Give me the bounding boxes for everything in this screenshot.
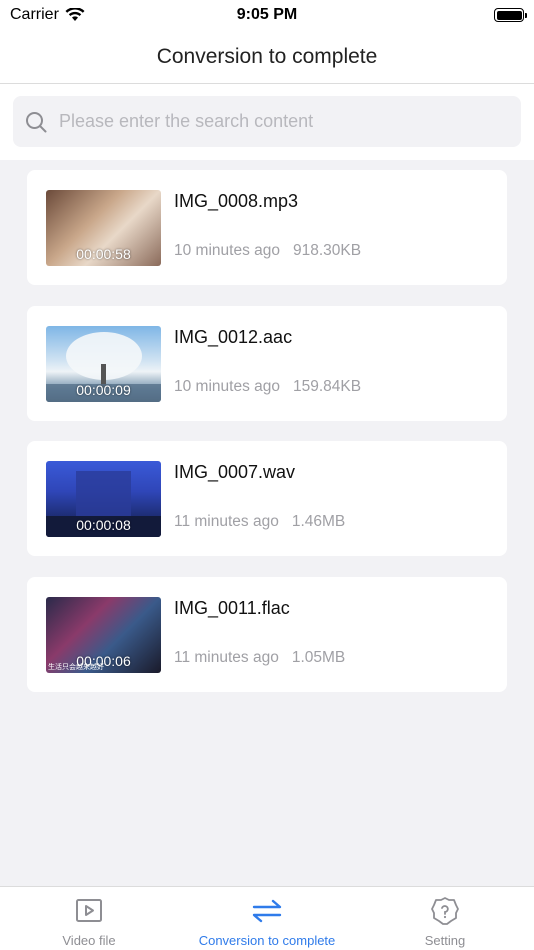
tab-label: Conversion to complete — [198, 933, 336, 948]
time-ago: 11 minutes ago — [174, 648, 279, 666]
status-bar: Carrier 9:05 PM — [0, 0, 534, 30]
video-file-icon — [76, 899, 102, 922]
file-size: 159.84KB — [293, 377, 362, 395]
file-name: IMG_0008.mp3 — [174, 191, 299, 211]
battery-icon — [494, 8, 527, 22]
file-info: IMG_0012.aac 10 minutes ago 159.84KB — [174, 326, 361, 396]
search-input[interactable] — [59, 111, 509, 132]
tab-video-file[interactable]: Video file — [0, 887, 178, 950]
file-meta: 11 minutes ago 1.46MB — [174, 513, 345, 531]
file-info: IMG_0007.wav 11 minutes ago 1.46MB — [174, 461, 345, 531]
tab-label: Video file — [62, 933, 116, 948]
video-thumbnail: 00:00:06 生活只会越来越好 — [46, 596, 161, 673]
gear-icon — [431, 897, 459, 925]
search-area — [0, 84, 534, 160]
video-thumbnail: 00:00:09 — [46, 325, 161, 402]
app-screen: Carrier 9:05 PM Conversion to complete 0… — [0, 0, 534, 950]
list-item[interactable]: 00:00:08 IMG_0007.wav 11 minutes ago 1.4… — [27, 441, 507, 556]
file-name: IMG_0007.wav — [174, 462, 296, 482]
status-left: Carrier — [10, 6, 85, 24]
tab-label: Setting — [424, 933, 466, 948]
time-ago: 10 minutes ago — [174, 242, 280, 259]
tab-conversion-to-complete[interactable]: Conversion to complete — [178, 887, 356, 950]
page-title: Conversion to complete — [156, 44, 378, 68]
file-size: 1.05MB — [291, 648, 346, 666]
list-item[interactable]: 00:00:09 IMG_0012.aac 10 minutes ago 159… — [27, 305, 507, 421]
file-size: 1.46MB — [291, 513, 346, 530]
carrier-label: Carrier — [10, 6, 59, 23]
list-item[interactable]: 00:00:58 IMG_0008.mp3 10 minutes ago 918… — [27, 170, 507, 285]
video-thumbnail: 00:00:58 — [46, 190, 161, 266]
search-icon — [26, 111, 47, 132]
search-box[interactable] — [13, 96, 521, 147]
convert-arrows-icon — [252, 899, 282, 923]
video-thumbnail: 00:00:08 — [46, 461, 161, 537]
duration-label: 00:00:08 — [76, 517, 131, 533]
file-name: IMG_0012.aac — [174, 326, 293, 347]
file-name: IMG_0011.flac — [174, 597, 290, 618]
file-list: 00:00:58 IMG_0008.mp3 10 minutes ago 918… — [27, 170, 507, 712]
file-info: IMG_0011.flac 11 minutes ago 1.05MB — [174, 597, 345, 667]
file-meta: 10 minutes ago 918.30KB — [174, 242, 361, 260]
file-meta: 10 minutes ago 159.84KB — [174, 378, 361, 396]
time-ago: 11 minutes ago — [174, 513, 279, 530]
file-meta: 11 minutes ago 1.05MB — [174, 649, 345, 667]
file-size: 918.30KB — [293, 242, 362, 259]
wifi-icon — [65, 8, 85, 21]
video-subtitle: 生活只会越来越好 — [48, 663, 104, 671]
status-time: 9:05 PM — [236, 6, 298, 23]
time-ago: 10 minutes ago — [174, 377, 280, 395]
tab-setting[interactable]: Setting — [356, 887, 534, 950]
duration-label: 00:00:09 — [76, 381, 131, 398]
list-item[interactable]: 00:00:06 生活只会越来越好 IMG_0011.flac 11 minut… — [27, 576, 507, 692]
file-info: IMG_0008.mp3 10 minutes ago 918.30KB — [174, 190, 361, 260]
nav-bar: Conversion to complete — [0, 30, 534, 84]
tab-bar: Video file Conversion to complete Settin… — [0, 886, 534, 950]
duration-label: 00:00:58 — [76, 246, 131, 262]
